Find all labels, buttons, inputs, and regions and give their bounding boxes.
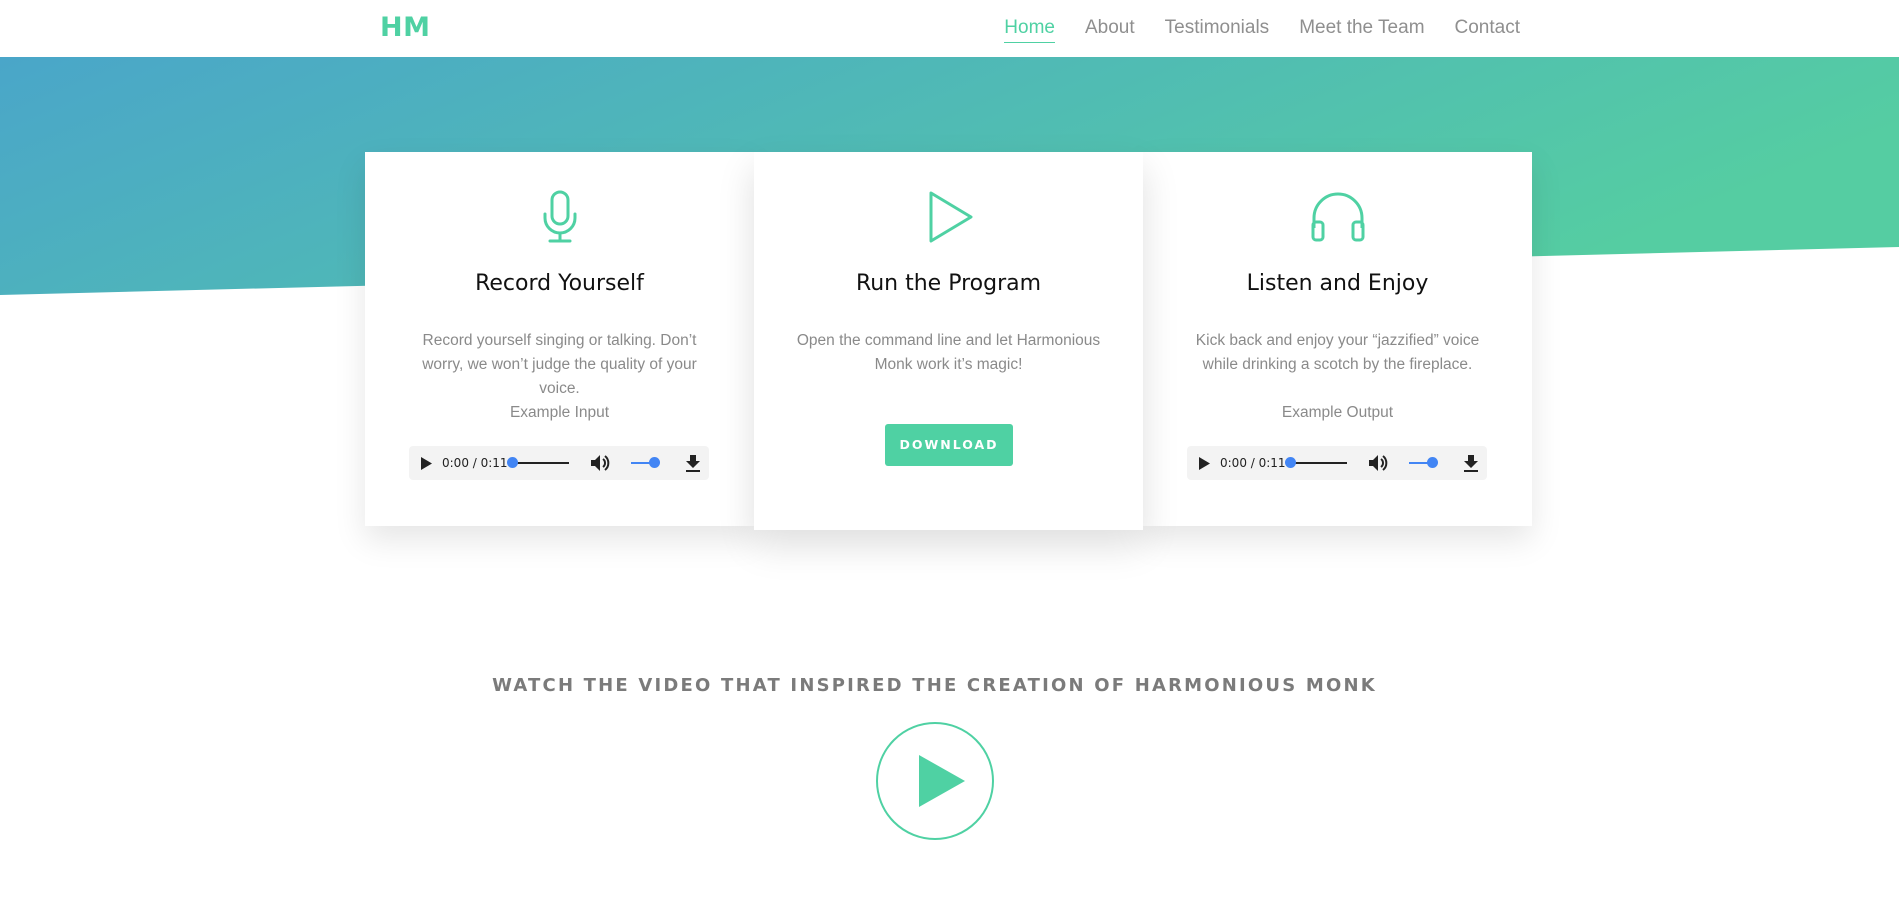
nav-meet-the-team[interactable]: Meet the Team [1299, 17, 1424, 43]
example-input-label: Example Input [509, 404, 610, 421]
card-description: Kick back and enjoy your “jazzified” voi… [1195, 332, 1480, 373]
card-title: Record Yourself [475, 271, 644, 296]
microphone-icon [543, 190, 576, 243]
audio-player-input[interactable]: 0:00 / 0:11 [409, 446, 709, 480]
volume-icon[interactable] [1368, 454, 1388, 472]
download-button[interactable]: DOWNLOAD [885, 424, 1013, 466]
volume-knob[interactable] [1427, 457, 1438, 468]
download-icon[interactable] [1463, 455, 1479, 472]
card-description: Open the command line and let Harmonious… [796, 332, 1101, 373]
feature-cards: Record Yourself Record yourself singing … [365, 152, 1534, 530]
card-description: Record yourself singing or talking. Don’… [422, 332, 697, 397]
progress-knob[interactable] [1285, 457, 1296, 468]
card-title: Run the Program [855, 271, 1042, 296]
navbar: HM Home About Testimonials Meet the Team… [0, 0, 1899, 57]
card-record-yourself: Record Yourself Record yourself singing … [365, 152, 754, 526]
example-output-label: Example Output [1281, 404, 1394, 421]
progress-track[interactable] [1291, 462, 1347, 464]
headphones-icon [1311, 192, 1364, 242]
video-heading: WATCH THE VIDEO THAT INSPIRED THE CREATI… [492, 675, 1377, 696]
audio-time: 0:00 / 0:11 [1220, 456, 1286, 470]
play-icon[interactable] [1198, 457, 1210, 470]
nav-home[interactable]: Home [1004, 17, 1055, 43]
nav-contact[interactable]: Contact [1455, 17, 1520, 43]
volume-icon[interactable] [590, 454, 610, 472]
brand-logo[interactable]: HM [380, 12, 430, 43]
nav-about[interactable]: About [1085, 17, 1135, 43]
card-title: Listen and Enjoy [1246, 271, 1429, 296]
play-icon[interactable] [420, 457, 432, 470]
card-listen-and-enjoy: Listen and Enjoy Kick back and enjoy you… [1143, 152, 1532, 526]
main-nav: Home About Testimonials Meet the Team Co… [974, 17, 1520, 43]
volume-knob[interactable] [649, 457, 660, 468]
card-run-the-program: Run the Program Open the command line an… [754, 152, 1143, 530]
progress-knob[interactable] [507, 457, 518, 468]
play-triangle-icon [929, 191, 972, 243]
download-icon[interactable] [685, 455, 701, 472]
nav-testimonials[interactable]: Testimonials [1165, 17, 1270, 43]
audio-player-output[interactable]: 0:00 / 0:11 [1187, 446, 1487, 480]
progress-track[interactable] [513, 462, 569, 464]
audio-time: 0:00 / 0:11 [442, 456, 508, 470]
play-circle-icon[interactable] [875, 721, 995, 841]
